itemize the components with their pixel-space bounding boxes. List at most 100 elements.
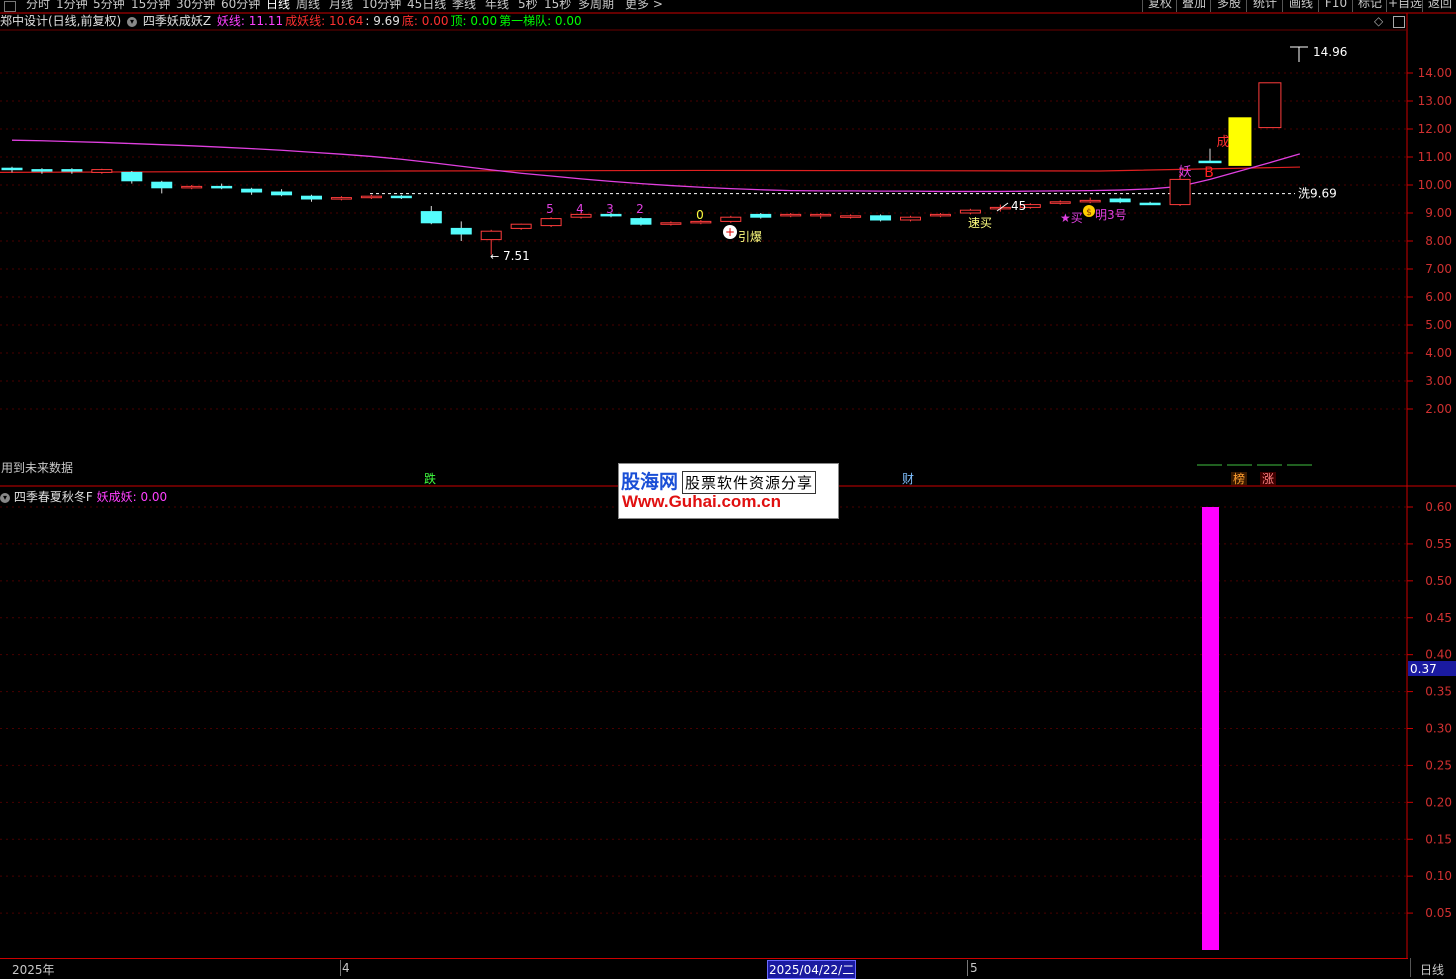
high-price-label: 14.96	[1313, 45, 1347, 59]
candle-body	[91, 169, 113, 173]
price-tick-label: 5.00	[1425, 318, 1452, 332]
candle-body	[929, 213, 951, 217]
yinbao-label: 引爆	[738, 230, 762, 244]
candle-body	[271, 191, 293, 196]
price-tick-label: 6.00	[1425, 290, 1452, 304]
candle-body	[211, 185, 233, 189]
ming3-label: 明3号	[1095, 208, 1127, 222]
candle-body	[360, 195, 382, 199]
candle-body	[480, 230, 502, 241]
sub-indicator-infobar: ▾ 四季春夏秋冬F 妖成妖: 0.00	[0, 488, 167, 505]
b-label: B	[1204, 165, 1214, 181]
sub-tick-label: 0.60	[1425, 500, 1452, 514]
candle-body	[1228, 117, 1252, 166]
price-tick-label: 14.00	[1418, 66, 1452, 80]
candle-body	[780, 213, 802, 217]
count-label-0: 5	[546, 202, 554, 216]
candle-body	[1, 167, 23, 171]
candle-body	[1109, 198, 1131, 203]
year-label: 2025年	[12, 963, 55, 977]
suma-label: 速买	[968, 216, 992, 230]
candle-body	[241, 188, 263, 193]
candle-body	[900, 216, 921, 221]
cheng-label: 成	[1216, 135, 1229, 150]
candle-body	[390, 195, 412, 199]
candle-body	[1169, 178, 1191, 206]
candle-body	[450, 227, 472, 235]
sub-tick-label: 0.40	[1425, 648, 1452, 662]
cursor-value-label: 0.37	[1410, 662, 1437, 676]
candle-body	[720, 216, 742, 222]
die-label: 跌	[424, 471, 436, 486]
sub-value: 0.00	[140, 490, 168, 504]
price-tick-label: 7.00	[1425, 262, 1452, 276]
cursor-date-label: 2025/04/22/二	[767, 960, 857, 979]
cai-label: 财	[902, 472, 914, 486]
candle-body	[510, 223, 532, 229]
price-tick-label: 9.00	[1425, 206, 1452, 220]
sub-tick-label: 0.45	[1425, 611, 1452, 625]
candle-body	[181, 185, 203, 189]
sub-indicator-toggle-icon[interactable]: ▾	[0, 492, 10, 503]
sub-tick-label: 0.10	[1425, 869, 1452, 883]
sub-tick-label: 0.20	[1425, 795, 1452, 809]
future-data-note: 用到未来数据	[1, 461, 74, 475]
candle-body	[301, 195, 322, 200]
price-tick-label: 13.00	[1418, 94, 1452, 108]
candle-body	[1049, 201, 1071, 204]
sub-tick-label: 0.35	[1425, 685, 1452, 699]
count-label-2: 3	[606, 202, 614, 216]
sub-indicator-name[interactable]: 四季春夏秋冬F	[14, 490, 93, 504]
price-tick-label: 11.00	[1418, 150, 1452, 164]
price-tick-label: 12.00	[1418, 122, 1452, 136]
month-4-label: 4	[342, 961, 350, 975]
wash-label: 洗9.69	[1298, 187, 1337, 201]
watermark-slogan: 股票软件资源分享	[682, 471, 817, 494]
candle-body	[121, 171, 143, 182]
candle-body	[1079, 199, 1101, 203]
candle-body	[31, 169, 53, 172]
candle-body	[810, 213, 832, 217]
candle-body	[540, 218, 562, 227]
period-button[interactable]: 日线	[1420, 961, 1444, 978]
candle-body	[840, 215, 862, 218]
sub-tick-label: 0.15	[1425, 832, 1452, 846]
candle-body	[61, 169, 83, 172]
count-label-3: 2	[636, 202, 644, 216]
price-tick-label: 4.00	[1425, 346, 1452, 360]
zhang-label: 涨	[1262, 471, 1274, 486]
price-tick-label: 2.00	[1425, 402, 1452, 416]
bang-label: 榜	[1233, 471, 1245, 486]
candle-body	[750, 213, 772, 218]
yinbao-plus: +	[725, 225, 735, 239]
candle-body	[1258, 82, 1282, 129]
coin-symbol: $	[1086, 208, 1092, 218]
candle-body	[630, 218, 652, 225]
price-tick-label: 3.00	[1425, 374, 1452, 388]
yao-label: 妖	[1178, 165, 1191, 180]
candle-body	[330, 197, 352, 200]
date-axis-bar: 2025年 4 2025/04/22/二 5 日线	[0, 958, 1456, 979]
candle-body	[151, 181, 173, 189]
sub-tick-label: 0.55	[1425, 537, 1452, 551]
low-price-label: 7.51	[503, 249, 530, 263]
sub-tick-label: 0.50	[1425, 574, 1452, 588]
count-label-1: 4	[576, 202, 584, 216]
sub-tick-label: 0.30	[1425, 722, 1452, 736]
price-tick-label: 8.00	[1425, 234, 1452, 248]
candle-body	[420, 211, 442, 224]
low-arrow: ←	[490, 250, 499, 263]
price-tick-label: 10.00	[1418, 178, 1452, 192]
sub-bar	[1202, 507, 1219, 950]
candle-body	[1139, 202, 1161, 206]
yao-line	[11, 139, 1301, 193]
candle-body	[1198, 160, 1222, 164]
sub-value-label: 妖成妖	[96, 490, 133, 504]
sub-tick-label: 0.05	[1425, 906, 1452, 920]
candle-body	[660, 222, 682, 225]
count-label-4: 0	[696, 208, 704, 222]
cheng-yao-line	[0, 166, 1301, 173]
candle-body	[870, 215, 892, 221]
month-5-label: 5	[970, 961, 978, 975]
n45-label: 45	[1011, 199, 1026, 213]
